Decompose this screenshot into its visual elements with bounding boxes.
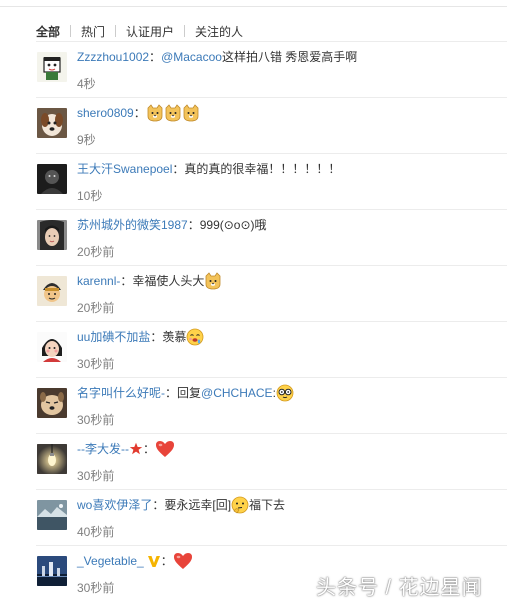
colon: ： xyxy=(152,498,165,512)
mention-link[interactable]: @Macacoo xyxy=(161,48,222,66)
glasses-emoticon-icon xyxy=(276,384,294,402)
thinking-emoticon-icon xyxy=(231,496,249,514)
comment-text: 要永远幸[回] xyxy=(164,498,232,512)
top-border xyxy=(0,6,507,7)
tab-hot[interactable]: 热门 xyxy=(81,23,105,40)
username-link[interactable]: 苏州城外的微笑1987 xyxy=(77,216,188,234)
comment-divider xyxy=(36,97,507,98)
username-link[interactable]: --李大发-- xyxy=(77,440,129,458)
avatar[interactable] xyxy=(37,556,67,586)
username-link[interactable]: _Vegetable_ xyxy=(77,552,144,570)
comment-time: 20秒前 xyxy=(77,245,115,259)
heart-emoticon-icon xyxy=(173,552,193,570)
comment-line: --李大发-- ： xyxy=(77,440,175,458)
tab-separator xyxy=(184,25,186,37)
doge-emoticon-icon xyxy=(164,104,182,122)
comment-line: 王大汗Swanepoel：真的真的很幸福！！！！！！ xyxy=(77,160,340,178)
comment-text-continued: 福下去 xyxy=(249,498,286,512)
comment-line: 苏州城外的微笑1987： 999(⊙o⊙)哦 xyxy=(77,216,267,234)
comment-divider xyxy=(36,377,507,378)
tab-all[interactable]: 全部 xyxy=(36,23,60,40)
colon: ： xyxy=(160,554,173,568)
colon: ： xyxy=(150,330,163,344)
avatar[interactable] xyxy=(37,108,67,138)
comment-text: 999(⊙o⊙)哦 xyxy=(199,218,267,232)
username-link[interactable]: shero0809 xyxy=(77,104,134,122)
comment-text: 羡慕 xyxy=(162,330,187,344)
comment-text: 这样拍八错 秀恩爱高手啊 xyxy=(221,50,358,64)
comment-text: 幸福使人头大 xyxy=(132,274,205,288)
mention-link[interactable]: @CHCHACE xyxy=(201,384,273,402)
comment-time: 30秒前 xyxy=(77,413,115,427)
avatar[interactable] xyxy=(37,388,67,418)
colon: ： xyxy=(165,386,178,400)
comment-line: karennl-：幸福使人头大 xyxy=(77,272,222,290)
comment-time: 9秒 xyxy=(77,133,96,147)
tab-separator xyxy=(70,25,72,37)
tabs-divider xyxy=(36,41,507,42)
avatar[interactable] xyxy=(37,444,67,474)
comment-time: 30秒前 xyxy=(77,357,115,371)
comment-divider xyxy=(36,545,507,546)
comment-divider xyxy=(36,489,507,490)
username-link[interactable]: 王大汗Swanepoel xyxy=(77,160,172,178)
username-link[interactable]: 名字叫什么好呢- xyxy=(77,384,165,402)
comment-time: 40秒前 xyxy=(77,525,115,539)
comment-divider xyxy=(36,321,507,322)
comment-divider xyxy=(36,153,507,154)
vip-badge-icon xyxy=(147,554,161,568)
comment-filter-tabs: 全部 热门 认证用户 关注的人 xyxy=(36,23,243,39)
avatar[interactable] xyxy=(37,220,67,250)
avatar[interactable] xyxy=(37,52,67,82)
comment-time: 4秒 xyxy=(77,77,96,91)
avatar[interactable] xyxy=(37,276,67,306)
comment-line: shero0809： xyxy=(77,104,200,122)
comment-divider xyxy=(36,209,507,210)
comment-text: 真的真的很幸福！！！！！！ xyxy=(184,162,341,176)
star-badge-icon xyxy=(129,442,143,456)
comment-line: Zzzzhou1002： @Macacoo 这样拍八错 秀恩爱高手啊 xyxy=(77,48,357,66)
comment-line: wo喜欢伊泽了：要永远幸[回] 福下去 xyxy=(77,496,285,514)
comment-divider xyxy=(36,433,507,434)
avatar[interactable] xyxy=(37,164,67,194)
colon: ： xyxy=(149,50,162,64)
comment-line: uu加碘不加盐：羡慕 xyxy=(77,328,204,346)
comment-line: _Vegetable_ ： xyxy=(77,552,193,570)
heart-emoticon-icon xyxy=(155,440,175,458)
colon: ： xyxy=(133,106,146,120)
tab-separator xyxy=(115,25,117,37)
avatar[interactable] xyxy=(37,500,67,530)
drool-emoticon-icon xyxy=(186,328,204,346)
colon: ： xyxy=(143,442,156,456)
comment-time: 20秒前 xyxy=(77,301,115,315)
comment-time: 10秒 xyxy=(77,189,103,203)
colon: ： xyxy=(187,218,200,232)
comment-time: 30秒前 xyxy=(77,469,115,483)
doge-emoticon-icon xyxy=(204,272,222,290)
username-link[interactable]: karennl- xyxy=(77,272,120,290)
username-link[interactable]: wo喜欢伊泽了 xyxy=(77,496,152,514)
doge-emoticon-icon xyxy=(182,104,200,122)
username-link[interactable]: Zzzzhou1002 xyxy=(77,48,149,66)
doge-emoticon-icon xyxy=(146,104,164,122)
comment-line: 名字叫什么好呢-：回复 @CHCHACE: xyxy=(77,384,294,402)
avatar[interactable] xyxy=(37,332,67,362)
comment-time: 30秒前 xyxy=(77,581,115,595)
username-link[interactable]: uu加碘不加盐 xyxy=(77,328,150,346)
tab-verified-users[interactable]: 认证用户 xyxy=(126,23,174,40)
tab-following[interactable]: 关注的人 xyxy=(195,23,243,40)
comment-text: 回复 xyxy=(177,386,202,400)
colon: ： xyxy=(120,274,133,288)
comment-divider xyxy=(36,265,507,266)
colon: ： xyxy=(172,162,185,176)
watermark: 头条号 / 花边星闻 xyxy=(316,577,483,599)
